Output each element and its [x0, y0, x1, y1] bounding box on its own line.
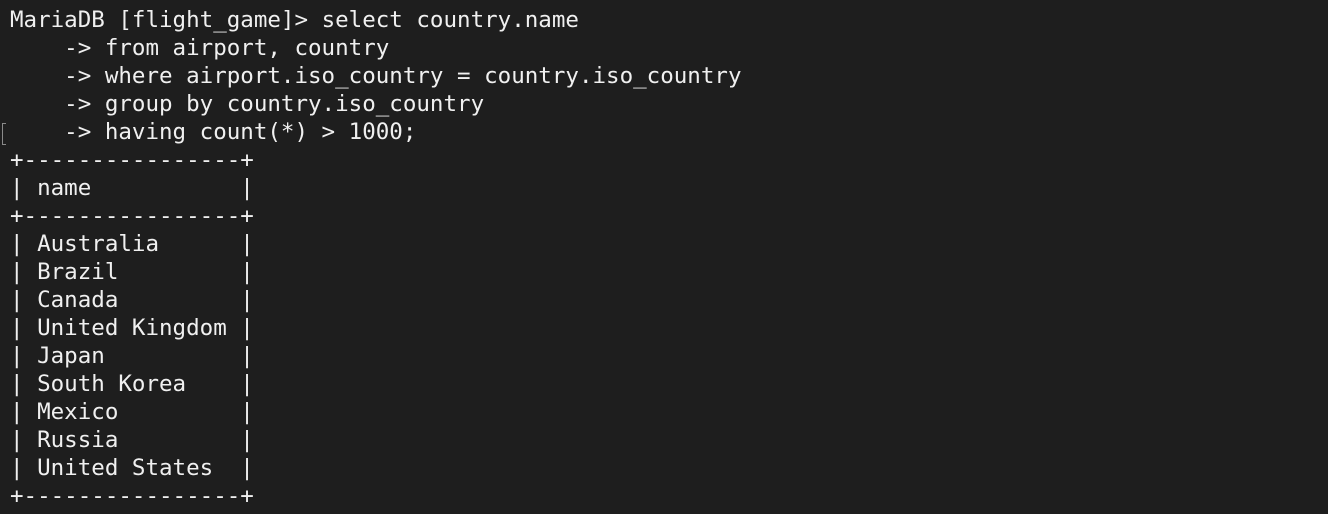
prompt: MariaDB [flight_game]>	[10, 7, 322, 33]
query-line-4: -> group by country.iso_country	[10, 91, 485, 117]
table-row: | Canada |	[10, 287, 254, 313]
table-border-mid: +----------------+	[10, 203, 254, 229]
query-line-1: select country.name	[321, 7, 579, 33]
terminal-window[interactable]: MariaDB [flight_game]> select country.na…	[0, 0, 1328, 514]
table-row: | South Korea |	[10, 371, 254, 397]
query-line-2: -> from airport, country	[10, 35, 390, 61]
command-line: MariaDB [flight_game]> select country.na…	[10, 6, 1328, 34]
table-row: | Mexico |	[10, 399, 254, 425]
table-border-top: +----------------+	[10, 147, 254, 173]
table-row: | United States |	[10, 455, 254, 481]
table-row: | Australia |	[10, 231, 254, 257]
table-header: | name |	[10, 175, 254, 201]
query-line-5: -> having count(*) > 1000;	[10, 119, 417, 145]
table-border-bottom: +----------------+	[10, 483, 254, 509]
query-line-3: -> where airport.iso_country = country.i…	[10, 63, 742, 89]
table-row: | Brazil |	[10, 259, 254, 285]
table-row: | Russia |	[10, 427, 254, 453]
table-row: | Japan |	[10, 343, 254, 369]
table-row: | United Kingdom |	[10, 315, 254, 341]
line-marker-icon	[2, 123, 6, 145]
